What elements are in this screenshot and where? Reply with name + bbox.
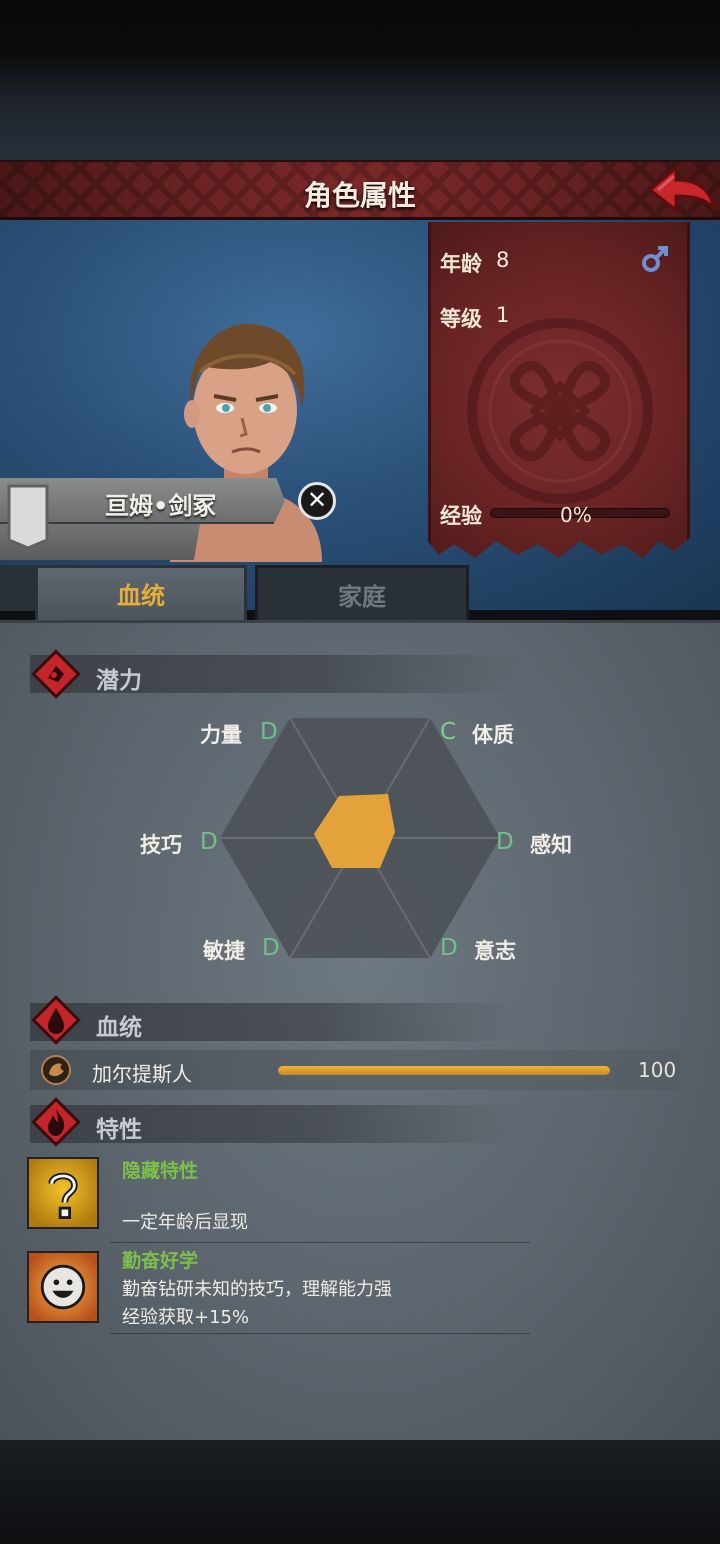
bloodline-bar-fill bbox=[278, 1066, 610, 1075]
bloodline-name: 加尔提斯人 bbox=[92, 1062, 192, 1086]
title-bar: 角色属性 bbox=[0, 160, 720, 220]
level-label: 等级 bbox=[440, 307, 482, 331]
potential-icon bbox=[31, 649, 81, 699]
potential-title: 潜力 bbox=[96, 668, 142, 694]
banner-flag-icon bbox=[7, 484, 49, 550]
celtic-knot-emblem bbox=[467, 318, 653, 504]
attr-perception-label: 感知 bbox=[530, 833, 572, 857]
traits-title: 特性 bbox=[96, 1117, 142, 1143]
attr-agility-grade: D bbox=[262, 935, 280, 961]
bloodline-value: 100 bbox=[638, 1058, 677, 1082]
bottom-background bbox=[0, 1440, 720, 1544]
flame-icon bbox=[31, 1097, 81, 1147]
trait-divider bbox=[110, 1333, 530, 1334]
bloodline-bar bbox=[278, 1066, 610, 1075]
tab-strip bbox=[0, 565, 35, 611]
exp-percent: 0% bbox=[560, 503, 592, 527]
smiley-face-icon[interactable] bbox=[27, 1251, 99, 1323]
attr-skill-grade: D bbox=[200, 829, 218, 855]
question-mark-icon[interactable] bbox=[27, 1157, 99, 1229]
age-value: 8 bbox=[496, 248, 510, 272]
trait-name-hidden: 隐藏特性 bbox=[122, 1160, 199, 1182]
attr-will-grade: D bbox=[440, 935, 458, 961]
attr-strength-grade: D bbox=[260, 719, 278, 745]
attr-perception-grade: D bbox=[496, 829, 514, 855]
exp-label: 经验 bbox=[440, 504, 482, 528]
bloodline-title: 血统 bbox=[96, 1015, 142, 1041]
top-background bbox=[0, 0, 720, 160]
attr-skill-label: 技巧 bbox=[140, 833, 182, 857]
age-label: 年龄 bbox=[440, 252, 482, 276]
tab-bloodline[interactable]: 血统 bbox=[35, 565, 247, 623]
attr-will-label: 意志 bbox=[474, 939, 516, 963]
tab-family[interactable]: 家庭 bbox=[255, 565, 469, 623]
bloodline-emblem-icon bbox=[41, 1055, 71, 1085]
trait-divider bbox=[110, 1242, 530, 1243]
close-button[interactable]: ✕ bbox=[298, 482, 336, 520]
attr-constitution-grade: C bbox=[440, 719, 457, 745]
attr-agility-label: 敏捷 bbox=[203, 939, 245, 963]
male-symbol-icon bbox=[642, 246, 668, 272]
level-value: 1 bbox=[496, 303, 510, 327]
attr-strength-label: 力量 bbox=[200, 723, 242, 747]
trait-name-studious: 勤奋好学 bbox=[122, 1250, 199, 1272]
potential-radar-chart bbox=[220, 718, 500, 958]
character-name: 亘姆•剑冢 bbox=[105, 492, 217, 520]
trait-effect-studious: 经验获取+15% bbox=[122, 1307, 250, 1328]
close-icon: ✕ bbox=[306, 486, 328, 514]
back-button[interactable] bbox=[640, 160, 720, 220]
page-title: 角色属性 bbox=[303, 179, 416, 212]
trait-desc-hidden: 一定年龄后显现 bbox=[122, 1212, 248, 1233]
back-arrow-icon bbox=[647, 164, 717, 214]
trait-desc-studious: 勤奋钻研未知的技巧，理解能力强 bbox=[122, 1279, 392, 1300]
attr-constitution-label: 体质 bbox=[472, 723, 514, 747]
blood-drop-icon bbox=[31, 995, 81, 1045]
